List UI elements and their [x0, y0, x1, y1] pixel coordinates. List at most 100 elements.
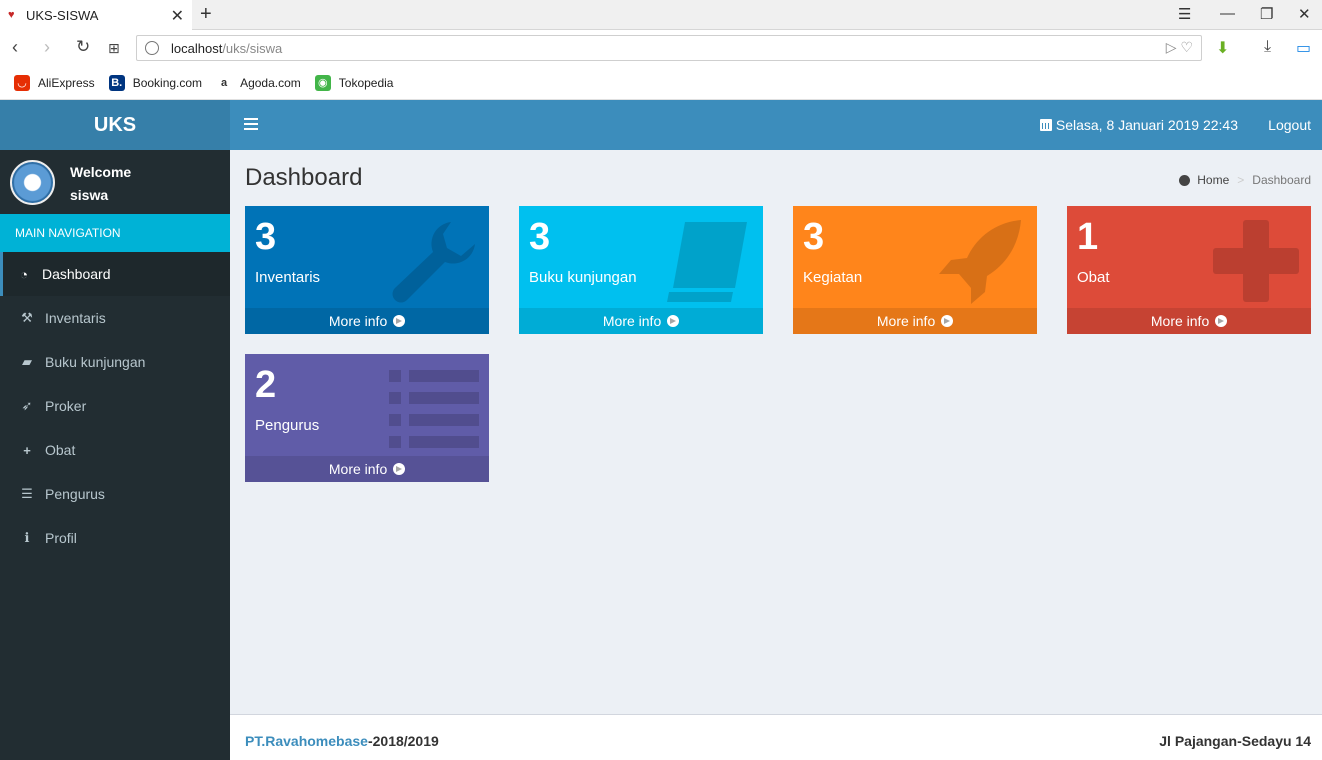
sidebar-item-inventaris[interactable]: ⚒ Inventaris	[0, 296, 230, 340]
info-box-kegiatan: 3 Kegiatan More info	[793, 206, 1037, 334]
sidebar-item-label: Buku kunjungan	[45, 354, 146, 370]
box-count: 3	[803, 216, 825, 258]
globe-icon	[145, 41, 159, 55]
forward-icon[interactable]: ›	[44, 37, 50, 58]
arrow-circle-right-icon	[941, 315, 954, 327]
aliexpress-icon: ◡	[14, 74, 30, 91]
back-icon[interactable]: ‹	[12, 37, 18, 58]
rocket-icon	[939, 220, 1021, 304]
rocket-icon: ➶	[21, 398, 33, 413]
sidebar-item-label: Obat	[45, 442, 76, 458]
box-count: 1	[1077, 216, 1099, 258]
box-label: Pengurus	[255, 417, 320, 434]
reload-icon[interactable]: ↻	[76, 37, 90, 57]
sidebar-item-label: Profil	[45, 530, 77, 546]
sidebar-item-pengurus[interactable]: ☰ Pengurus	[0, 472, 230, 516]
address-bar[interactable]: localhost/uks/siswa ▷ ♡	[136, 35, 1202, 61]
send-bookmark-icons[interactable]: ▷ ♡	[1166, 39, 1193, 56]
browser-tab-strip: ♥ UKS-SISWA ✕ + ☰ — ❐ ✕	[0, 0, 1322, 30]
close-window-icon[interactable]: ✕	[1298, 5, 1311, 23]
more-info-label: More info	[602, 313, 662, 329]
footer-address: Jl Pajangan-Sedayu 14	[1159, 733, 1311, 749]
dashboard-icon	[1179, 174, 1191, 186]
more-info-link[interactable]: More info	[245, 308, 489, 334]
bookmark-label: Booking.com	[132, 75, 203, 90]
info-box-inventaris: 3 Inventaris More info	[245, 206, 489, 334]
plus-icon	[1213, 220, 1299, 302]
sidebar-item-dashboard[interactable]: ◔ Dashboard	[0, 252, 230, 296]
app-logo[interactable]: UKS	[0, 100, 230, 150]
favicon-icon: ♥	[8, 9, 15, 21]
box-count: 3	[255, 216, 277, 258]
main-footer: PT.Ravahomebase-2018/2019 Jl Pajangan-Se…	[230, 714, 1322, 760]
box-label: Kegiatan	[803, 269, 863, 286]
footer-years: -2018/2019	[367, 733, 439, 749]
more-info-link[interactable]: More info	[519, 308, 763, 334]
more-info-link[interactable]: More info	[245, 456, 489, 482]
more-info-label: More info	[328, 461, 388, 477]
info-box-obat: 1 Obat More info	[1067, 206, 1311, 334]
bookmark-booking[interactable]: B. Booking.com	[108, 74, 203, 91]
booking-icon: B.	[108, 74, 125, 91]
info-icon: ℹ	[24, 530, 30, 545]
bookmark-tokopedia[interactable]: ◉ Tokopedia	[314, 74, 394, 91]
more-info-link[interactable]: More info	[1067, 308, 1311, 334]
arrow-circle-right-icon	[393, 315, 406, 327]
tab-menu-icon[interactable]: ☰	[1178, 5, 1191, 23]
box-label: Obat	[1077, 269, 1110, 286]
sidebar: Welcome siswa MAIN NAVIGATION ◔ Dashboar…	[0, 150, 230, 760]
bookmark-aliexpress[interactable]: ◡ AliExpress	[14, 74, 95, 91]
sidebar-toggle-icon[interactable]	[244, 115, 258, 135]
restore-icon[interactable]: ❐	[1260, 5, 1273, 23]
tab-title: UKS-SISWA	[26, 7, 99, 23]
book-icon	[667, 222, 747, 302]
welcome-text: Welcome	[70, 164, 132, 180]
arrow-circle-right-icon	[667, 315, 680, 327]
new-tab-icon[interactable]: +	[200, 3, 212, 26]
bookmark-label: AliExpress	[38, 75, 95, 90]
bookmark-agoda[interactable]: a Agoda.com	[216, 74, 301, 91]
more-info-link[interactable]: More info	[793, 308, 1037, 334]
datetime-text: Selasa, 8 Januari 2019 22:43	[1055, 117, 1238, 133]
breadcrumb: Home > Dashboard	[1179, 173, 1311, 187]
info-box-buku-kunjungan: 3 Buku kunjungan More info	[519, 206, 763, 334]
plus-icon: +	[23, 442, 31, 458]
box-count: 3	[529, 216, 551, 258]
breadcrumb-home[interactable]: Home	[1197, 173, 1229, 187]
top-navbar: Selasa, 8 Januari 2019 22:43 Logout	[230, 100, 1322, 150]
close-tab-icon[interactable]: ✕	[171, 6, 184, 26]
footer-company-link[interactable]: PT.Ravahomebase	[245, 733, 368, 749]
battery-saver-icon[interactable]: ▭	[1296, 38, 1311, 58]
app: UKS Selasa, 8 Januari 2019 22:43 Logout …	[0, 100, 1322, 760]
speed-dial-icon[interactable]: ⊞	[108, 40, 120, 57]
bookmark-label: Tokopedia	[338, 75, 394, 90]
breadcrumb-current: Dashboard	[1252, 173, 1311, 187]
page-title: Dashboard	[245, 164, 363, 191]
breadcrumb-separator: >	[1237, 173, 1245, 187]
current-datetime: Selasa, 8 Januari 2019 22:43	[1039, 117, 1238, 133]
sidebar-item-proker[interactable]: ➶ Proker	[0, 384, 230, 428]
username: siswa	[70, 187, 109, 203]
wrench-icon	[392, 222, 475, 303]
sidebar-item-obat[interactable]: + Obat	[0, 428, 230, 472]
sidebar-item-label: Proker	[45, 398, 87, 414]
sidebar-item-label: Inventaris	[45, 310, 106, 326]
dashboard-icon: ◔	[20, 266, 28, 282]
list-icon: ☰	[21, 486, 33, 501]
tokopedia-icon: ◉	[314, 74, 331, 91]
book-icon: ▰	[22, 354, 32, 369]
user-panel: Welcome siswa	[0, 150, 230, 214]
logout-link[interactable]: Logout	[1268, 117, 1311, 133]
minimize-icon[interactable]: —	[1220, 5, 1235, 22]
downloads-icon[interactable]: ⤓	[1264, 38, 1271, 56]
browser-toolbar: ‹ › ↻ ⊞ localhost/uks/siswa ▷ ♡ ⬇ ⤓ ▭	[0, 30, 1322, 66]
sidebar-item-profil[interactable]: ℹ Profil	[0, 516, 230, 560]
wrench-icon: ⚒	[21, 310, 33, 325]
sidebar-item-buku-kunjungan[interactable]: ▰ Buku kunjungan	[0, 340, 230, 384]
browser-tab[interactable]: ♥ UKS-SISWA ✕	[0, 0, 192, 30]
avatar	[10, 160, 55, 205]
download-extension-icon[interactable]: ⬇	[1216, 38, 1229, 58]
arrow-circle-right-icon	[393, 463, 406, 475]
url-host: localhost	[171, 40, 223, 56]
more-info-label: More info	[328, 313, 388, 329]
